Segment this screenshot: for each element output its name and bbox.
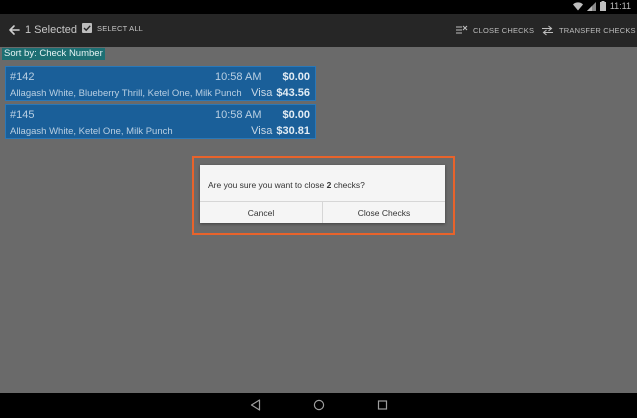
payment-amount: $30.81 [276,125,310,137]
payment-amount: $43.56 [276,87,310,99]
confirm-close-dialog: Are you sure you want to close 2 checks?… [200,165,445,223]
payment-info: Visa $30.81 [251,125,310,137]
cancel-button[interactable]: Cancel [200,202,322,223]
status-time: 11:11 [609,1,631,11]
cellular-signal-icon [586,1,596,11]
status-icons: 11:11 [572,1,631,11]
home-circle-icon[interactable] [313,399,325,411]
checkmark-icon [83,25,91,32]
check-card-145[interactable]: #145 10:58 AM $0.00 Allagash White, Kete… [5,104,316,139]
navigation-bar [0,393,637,418]
recent-apps-square-icon[interactable] [377,399,388,411]
dialog-message: Are you sure you want to close 2 checks? [208,180,365,190]
transfer-checks-label: TRANSFER CHECKS [559,26,636,35]
amount-due: $0.00 [282,109,310,121]
check-number: #142 [10,71,35,83]
check-card-142[interactable]: #142 10:58 AM $0.00 Allagash White, Blue… [5,66,316,101]
main-content: Sort by: Check Number #142 10:58 AM $0.0… [0,47,637,393]
dialog-buttons: Cancel Close Checks [200,201,445,223]
close-checks-button[interactable]: CLOSE CHECKS [455,25,534,36]
back-triangle-icon[interactable] [250,399,261,411]
close-checks-icon [456,25,468,34]
confirm-close-checks-button[interactable]: Close Checks [322,202,445,223]
transfer-checks-button[interactable]: TRANSFER CHECKS [541,25,636,36]
back-arrow-icon[interactable] [6,22,22,38]
check-number: #145 [10,109,35,121]
status-bar: 11:11 [0,0,637,14]
check-items: Allagash White, Ketel One, Milk Punch [10,126,173,137]
battery-icon [599,1,606,11]
payment-method: Visa [251,87,273,99]
close-checks-label: CLOSE CHECKS [473,26,535,35]
select-all-toggle[interactable]: SELECT ALL [82,23,143,33]
transfer-icon [542,25,553,36]
dialog-message-prefix: Are you sure you want to close [208,180,327,190]
check-items: Allagash White, Blueberry Thrill, Ketel … [10,88,242,99]
select-all-checkbox[interactable] [82,23,92,33]
select-all-label: SELECT ALL [97,23,144,33]
selected-count: 1 Selected [25,24,77,36]
toolbar: 1 Selected SELECT ALL CLOSE CHECKS TRANS… [0,14,637,47]
dialog-message-suffix: checks? [331,180,365,190]
payment-method: Visa [251,125,273,137]
check-time: 10:58 AM [215,109,262,121]
sort-by-label[interactable]: Sort by: Check Number [2,48,105,60]
check-time: 10:58 AM [215,71,262,83]
payment-info: Visa $43.56 [251,87,310,99]
amount-due: $0.00 [282,71,310,83]
wifi-icon [572,1,583,10]
